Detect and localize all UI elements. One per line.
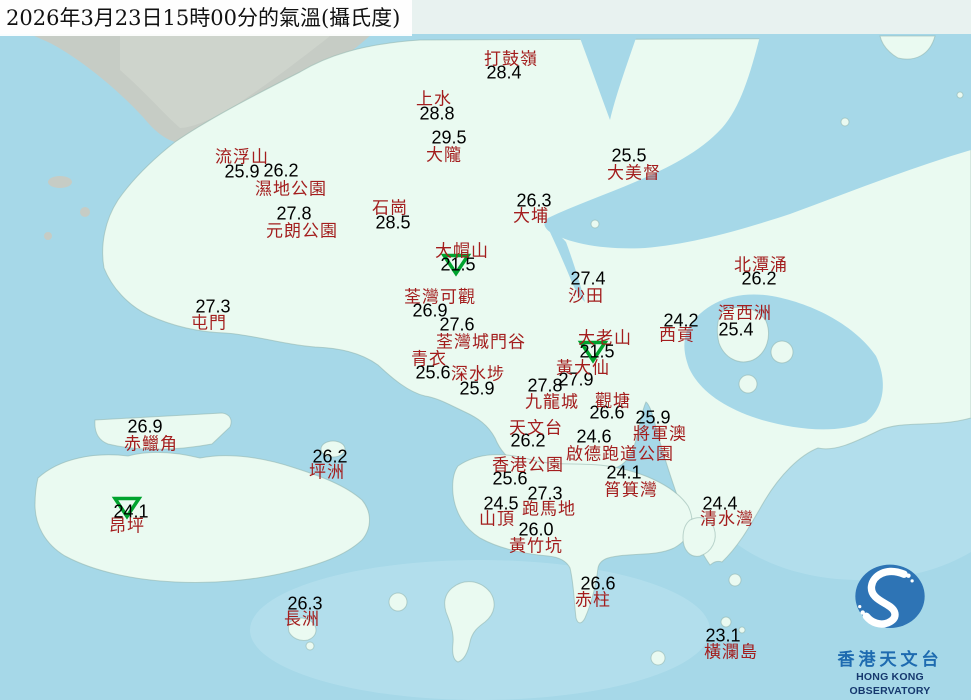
station-name: 深水埗 xyxy=(451,360,505,385)
station-name: 西貢 xyxy=(659,321,695,346)
station-name: 啟德跑道公園 xyxy=(566,440,674,465)
map-title: 2026年3月23日15時00分的氣溫(攝氏度) xyxy=(0,0,412,36)
station-name: 赤柱 xyxy=(575,586,611,611)
temperature-map-app: 2026年3月23日15時00分的氣溫(攝氏度) 28.4打鼓嶺28.8上水29… xyxy=(0,0,971,700)
station-name: 青衣 xyxy=(411,345,447,370)
station-name: 九龍城 xyxy=(525,388,579,413)
hko-logo: 香港天文台 HONG KONG OBSERVATORY xyxy=(815,555,965,698)
station-name: 天文台 xyxy=(509,414,563,439)
station-name: 赤鱲角 xyxy=(124,430,178,455)
station-name: 大老山 xyxy=(578,324,632,349)
hko-logo-name-en: HONG KONG OBSERVATORY xyxy=(815,670,965,698)
station-name: 香港公園 xyxy=(492,451,564,476)
station-name: 跑馬地 xyxy=(522,495,576,520)
station-name: 長洲 xyxy=(284,605,320,630)
station-name: 流浮山 xyxy=(215,143,269,168)
station-name: 荃灣可觀 xyxy=(404,283,476,308)
station-name: 打鼓嶺 xyxy=(484,45,538,70)
station-name: 大美督 xyxy=(607,159,661,184)
station-name: 昂坪 xyxy=(109,512,145,537)
station-name: 清水灣 xyxy=(700,505,754,530)
station-name: 沙田 xyxy=(568,282,604,307)
station-name: 觀塘 xyxy=(595,387,631,412)
hko-logo-icon xyxy=(842,555,938,645)
station-name: 屯門 xyxy=(191,309,227,334)
station-name: 滘西洲 xyxy=(718,299,772,324)
station-name: 筲箕灣 xyxy=(604,476,658,501)
station-name: 元朗公園 xyxy=(266,217,338,242)
station-name: 坪洲 xyxy=(309,458,345,483)
station-name: 石崗 xyxy=(372,194,408,219)
station-name: 濕地公園 xyxy=(255,175,327,200)
station-name: 上水 xyxy=(416,85,452,110)
station-name: 荃灣城門谷 xyxy=(436,328,526,353)
station-name: 大隴 xyxy=(426,141,462,166)
station-name: 山頂 xyxy=(479,505,515,530)
station-name: 大埔 xyxy=(513,202,549,227)
station-name: 北潭涌 xyxy=(734,251,788,276)
station-name: 橫瀾島 xyxy=(704,638,758,663)
station-name: 大帽山 xyxy=(435,237,489,262)
station-name: 黃大仙 xyxy=(556,354,610,379)
station-name: 黃竹坑 xyxy=(509,532,563,557)
hko-logo-name-zh: 香港天文台 xyxy=(815,650,965,670)
